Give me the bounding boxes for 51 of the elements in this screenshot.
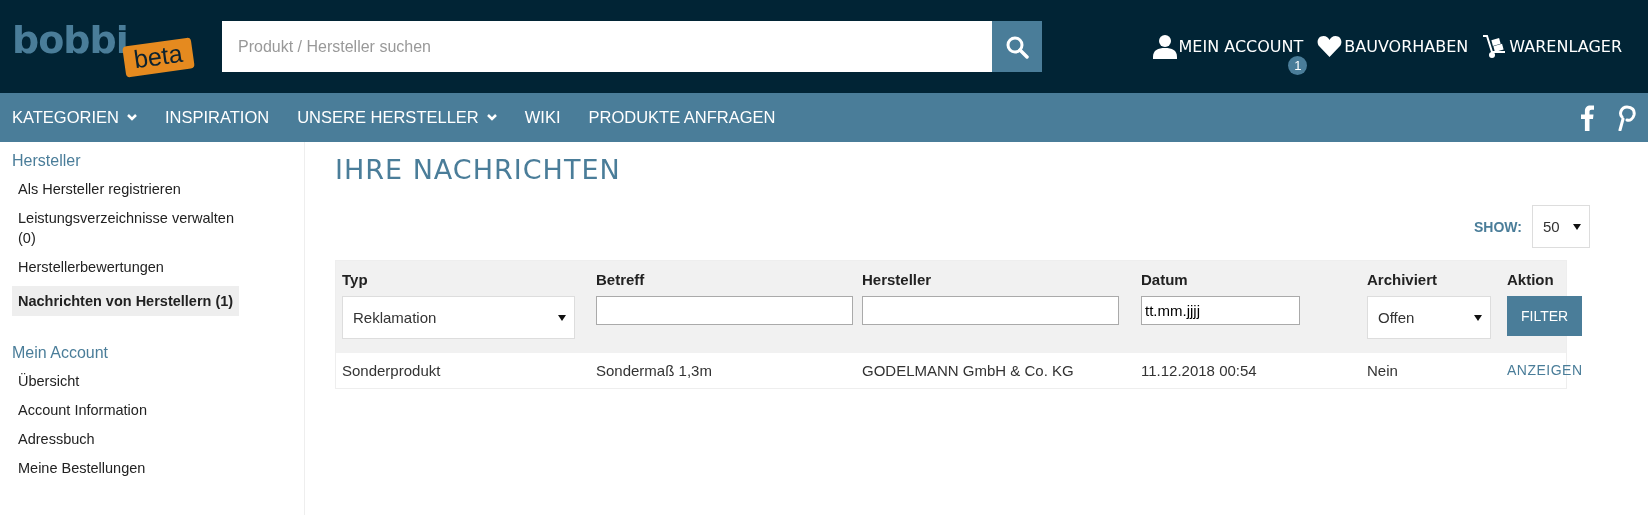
column-header: Archiviert <box>1367 270 1439 290</box>
table-cell-text: Sondermaß 1,3m <box>596 361 713 381</box>
sidebar-item[interactable]: Herstellerbewertungen <box>12 257 252 277</box>
facebook-icon[interactable] <box>1581 104 1594 131</box>
heart-icon <box>1317 35 1343 58</box>
column-header: Aktion <box>1507 270 1555 290</box>
header-link[interactable]: BAUVORHABEN <box>1317 35 1469 58</box>
column-header: Hersteller <box>862 270 933 290</box>
sidebar-heading: Hersteller <box>12 152 82 170</box>
filter-select[interactable]: Offen <box>1367 296 1491 339</box>
nav-item[interactable]: UNSERE HERSTELLER <box>297 108 497 127</box>
column-header: Typ <box>342 270 369 290</box>
nav-item[interactable]: KATEGORIEN <box>12 108 137 127</box>
filter-select[interactable]: Reklamation <box>342 296 575 339</box>
filter-field[interactable] <box>862 296 1119 325</box>
filter-field[interactable] <box>596 296 853 325</box>
header-link[interactable]: WARENLAGER <box>1482 34 1622 59</box>
table-cell-text: 11.12.2018 00:54 <box>1141 361 1258 381</box>
header-link[interactable]: MEIN ACCOUNT <box>1152 34 1304 59</box>
page-size-select[interactable]: 50 <box>1532 205 1590 248</box>
sidebar-item[interactable]: Account Information <box>12 400 252 420</box>
sidebar-item[interactable]: Adressbuch <box>12 429 252 449</box>
table-cell-text: Sonderprodukt <box>342 361 442 381</box>
hand-truck-icon <box>1482 34 1508 59</box>
search-button[interactable] <box>992 21 1042 72</box>
sidebar-item[interactable]: Leistungsverzeichnisse verwalten (0) <box>12 208 252 248</box>
sidebar-item[interactable]: Übersicht <box>12 371 252 391</box>
caret-icon <box>1474 314 1482 321</box>
filter-field[interactable]: tt.mm.jjjj <box>1141 296 1300 325</box>
table-cell-text: GODELMANN GmbH & Co. KG <box>862 361 1075 381</box>
view-link[interactable]: ANZEIGEN <box>1507 353 1583 388</box>
sidebar-item[interactable]: Meine Bestellungen <box>12 458 252 478</box>
column-header: Datum <box>1141 270 1189 290</box>
nav-item[interactable]: INSPIRATION <box>164 108 270 127</box>
column-header: Betreff <box>596 270 646 290</box>
count-badge: 1 <box>1288 56 1308 75</box>
sidebar-item[interactable]: Als Hersteller registrieren <box>12 179 252 199</box>
filter-button[interactable]: FILTER <box>1507 296 1583 336</box>
sidebar-item[interactable]: Nachrichten von Herstellern (1) <box>12 286 240 316</box>
nav-item[interactable]: WIKI <box>524 108 561 127</box>
sidebar-heading: Mein Account <box>12 344 110 362</box>
caret-icon <box>1573 223 1581 230</box>
page-title: IHRE NACHRICHTEN <box>335 154 622 185</box>
show-label: SHOW: <box>1474 218 1522 235</box>
search-icon <box>1005 34 1029 59</box>
nav-item[interactable]: PRODUKTE ANFRAGEN <box>588 108 776 127</box>
search-field[interactable]: Produkt / Hersteller suchen <box>222 21 992 72</box>
user-icon <box>1152 34 1177 59</box>
table-cell-text: Nein <box>1367 361 1399 381</box>
pinterest-icon[interactable] <box>1616 104 1636 131</box>
caret-icon <box>558 314 566 321</box>
